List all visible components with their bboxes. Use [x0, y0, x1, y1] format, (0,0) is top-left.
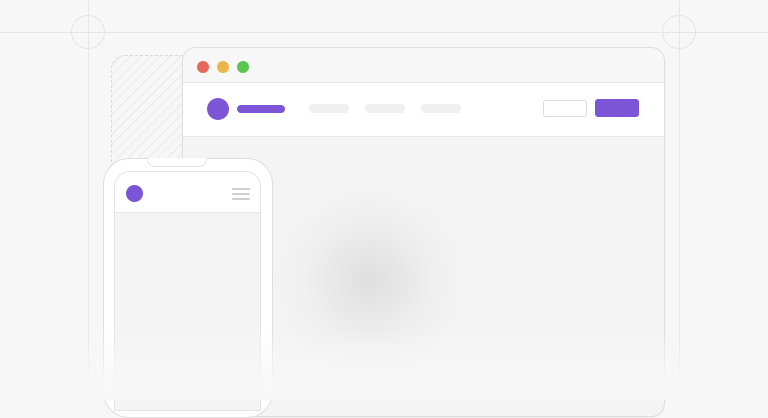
logo-icon[interactable]: [207, 98, 229, 120]
phone-notch: [147, 158, 207, 167]
nav-link-1[interactable]: [309, 104, 349, 113]
nav-link-2[interactable]: [365, 104, 405, 113]
guide-circle-right: [662, 15, 696, 49]
secondary-button[interactable]: [543, 100, 587, 117]
browser-navbar: [183, 83, 664, 137]
guide-vertical-right: [679, 0, 680, 400]
logo-text-placeholder[interactable]: [237, 105, 285, 113]
hamburger-menu-icon[interactable]: [232, 188, 250, 200]
guide-vertical-left: [88, 0, 89, 400]
phone-screen: [114, 171, 261, 411]
primary-button[interactable]: [595, 99, 639, 117]
guide-horizontal: [0, 32, 768, 33]
guide-circle-left: [71, 15, 105, 49]
minimize-dot-icon[interactable]: [217, 61, 229, 73]
phone-logo-icon[interactable]: [126, 185, 143, 202]
nav-link-3[interactable]: [421, 104, 461, 113]
phone-header: [115, 172, 260, 213]
phone-mockup: [103, 158, 273, 418]
hatched-placeholder: [111, 55, 191, 170]
blurred-shadow: [270, 180, 470, 380]
browser-titlebar: [183, 48, 664, 83]
close-dot-icon[interactable]: [197, 61, 209, 73]
maximize-dot-icon[interactable]: [237, 61, 249, 73]
